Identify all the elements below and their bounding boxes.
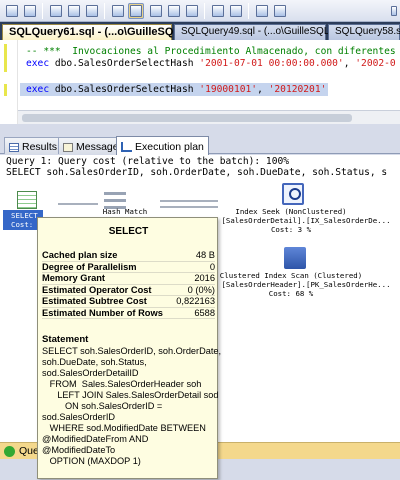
query-options-icon[interactable]: [66, 3, 82, 19]
plan-header-statement: SELECT soh.SalesOrderID, soh.OrderDate, …: [6, 167, 388, 178]
plan-header-cost: Query 1: Query cost (relative to the bat…: [6, 156, 290, 167]
grid-results-icon[interactable]: [166, 3, 182, 19]
outdent-icon[interactable]: [254, 3, 270, 19]
message-icon: [63, 142, 73, 152]
comment-icon[interactable]: [210, 3, 226, 19]
plan-icon: [121, 142, 132, 152]
toolbar-separator: [42, 3, 43, 19]
tab-results[interactable]: Results: [4, 137, 63, 154]
tab-results-label: Results: [22, 141, 58, 153]
intellisense-icon[interactable]: [84, 3, 100, 19]
indent-icon[interactable]: [272, 3, 288, 19]
include-actual-plan-icon[interactable]: [22, 3, 38, 19]
tooltip-statement-header: Statement: [42, 334, 89, 345]
tab-sqlquery58[interactable]: SQLQuery58.sql: [328, 24, 400, 40]
toolbar-separator: [104, 3, 105, 19]
tooltip-row: Memory Grant 2016: [42, 273, 215, 285]
tooltip-properties: Cached plan size 48 B Degree of Paralleli…: [42, 250, 215, 319]
client-statistics-icon[interactable]: [110, 3, 126, 19]
scrollbar-thumb[interactable]: [22, 114, 352, 122]
tab-sqlquery61[interactable]: SQLQuery61.sql - (...o\GuilleSQL (53))*: [2, 24, 211, 41]
tooltip-statement-line: WHERE sod.ModifiedDate BETWEEN: [42, 423, 206, 433]
toolbar-separator: [248, 3, 249, 19]
index-seek-label: Index Seek (NonClustered): [235, 207, 347, 216]
tooltip-statement-line: LEFT JOIN Sales.SalesOrderDetail sod: [42, 390, 219, 400]
code-line-comment: -- *** Invocaciones al Procedimiento Alm…: [26, 46, 396, 57]
uncomment-icon[interactable]: [228, 3, 244, 19]
index-seek-icon[interactable]: [282, 183, 304, 205]
tooltip-title: SELECT: [108, 226, 149, 237]
tooltip-statement-line: @ModifiedDateTo: [42, 445, 116, 455]
index-seek-cost: Cost: 3 %: [270, 225, 312, 234]
results-tab-strip: Results Messages Execution plan: [0, 136, 400, 155]
editor-horizontal-scrollbar[interactable]: [18, 110, 400, 124]
tooltip-statement-line: sod.SalesOrderID: [42, 412, 116, 422]
plan-arrow: [160, 206, 218, 208]
index-scan-detail: [SalesOrderHeader].[PK_SalesOrderHe...: [221, 280, 391, 289]
index-scan-label: Clustered Index Scan (Clustered): [219, 271, 363, 280]
code-line-exec-1: exec dbo.SalesOrderSelectHash '2001-07-0…: [26, 58, 396, 69]
index-scan-cost: Cost: 68 %: [268, 289, 314, 298]
change-marker: [4, 44, 7, 72]
query-editor[interactable]: -- *** Invocaciones al Procedimiento Alm…: [0, 40, 400, 124]
tooltip-row: Estimated Subtree Cost 0,822163: [42, 296, 215, 308]
grid-icon: [9, 142, 19, 152]
tooltip-statement-line: FROM Sales.SalesOrderHeader soh: [42, 379, 202, 389]
tab-execution-plan-label: Execution plan: [135, 141, 204, 153]
clustered-index-scan-icon[interactable]: [284, 247, 306, 269]
tab-sqlquery49[interactable]: SQLQuery49.sql - (...o\GuilleSQL (56))*: [174, 24, 357, 40]
hash-match-label: Hash Match: [102, 207, 148, 216]
tooltip-statement-line: OPTION (MAXDOP 1): [42, 456, 141, 466]
plan-arrow: [58, 203, 98, 205]
text-results-icon[interactable]: [148, 3, 164, 19]
stop-icon[interactable]: [4, 3, 20, 19]
tooltip-statement-line: @ModifiedDateFrom AND: [42, 434, 149, 444]
tooltip-row: Degree of Parallelism 0: [42, 261, 215, 273]
toolbar-overflow-icon[interactable]: [386, 3, 400, 19]
plan-arrow: [160, 200, 218, 202]
document-tab-strip: SQLQuery61.sql - (...o\GuilleSQL (53))* …: [0, 22, 400, 41]
code-line-exec-2: exec dbo.SalesOrderSelectHash '19000101'…: [26, 84, 327, 95]
tooltip-row: Estimated Number of Rows 6588: [42, 307, 215, 319]
tooltip-statement-line: soh.DueDate, soh.Status,: [42, 357, 147, 367]
tab-execution-plan[interactable]: Execution plan: [116, 136, 209, 155]
select-operator-tooltip: SELECT Cached plan size 48 B Degree of Pa…: [37, 217, 222, 479]
tooltip-row: Cached plan size 48 B: [42, 250, 215, 262]
change-marker: [4, 84, 7, 96]
include-actual-plan-toggle-icon[interactable]: [128, 3, 144, 19]
toolbar: [0, 0, 400, 22]
status-text: Que: [19, 445, 39, 457]
tooltip-statement-line: SELECT soh.SalesOrderID, soh.OrderDate,: [42, 346, 222, 356]
select-operator-icon[interactable]: [17, 191, 37, 209]
toolbar-separator: [204, 3, 205, 19]
success-icon: [4, 446, 15, 457]
display-estimated-plan-icon[interactable]: [48, 3, 64, 19]
tooltip-statement-line: ON soh.SalesOrderID =: [42, 401, 163, 411]
index-seek-detail: [SalesOrderDetail].[IX_SalesOrderDe...: [221, 216, 391, 225]
file-results-icon[interactable]: [184, 3, 200, 19]
editor-gutter: [0, 40, 18, 124]
tooltip-statement-line: sod.SalesOrderDetailID: [42, 368, 139, 378]
tooltip-row: Estimated Operator Cost 0 (0%): [42, 284, 215, 296]
